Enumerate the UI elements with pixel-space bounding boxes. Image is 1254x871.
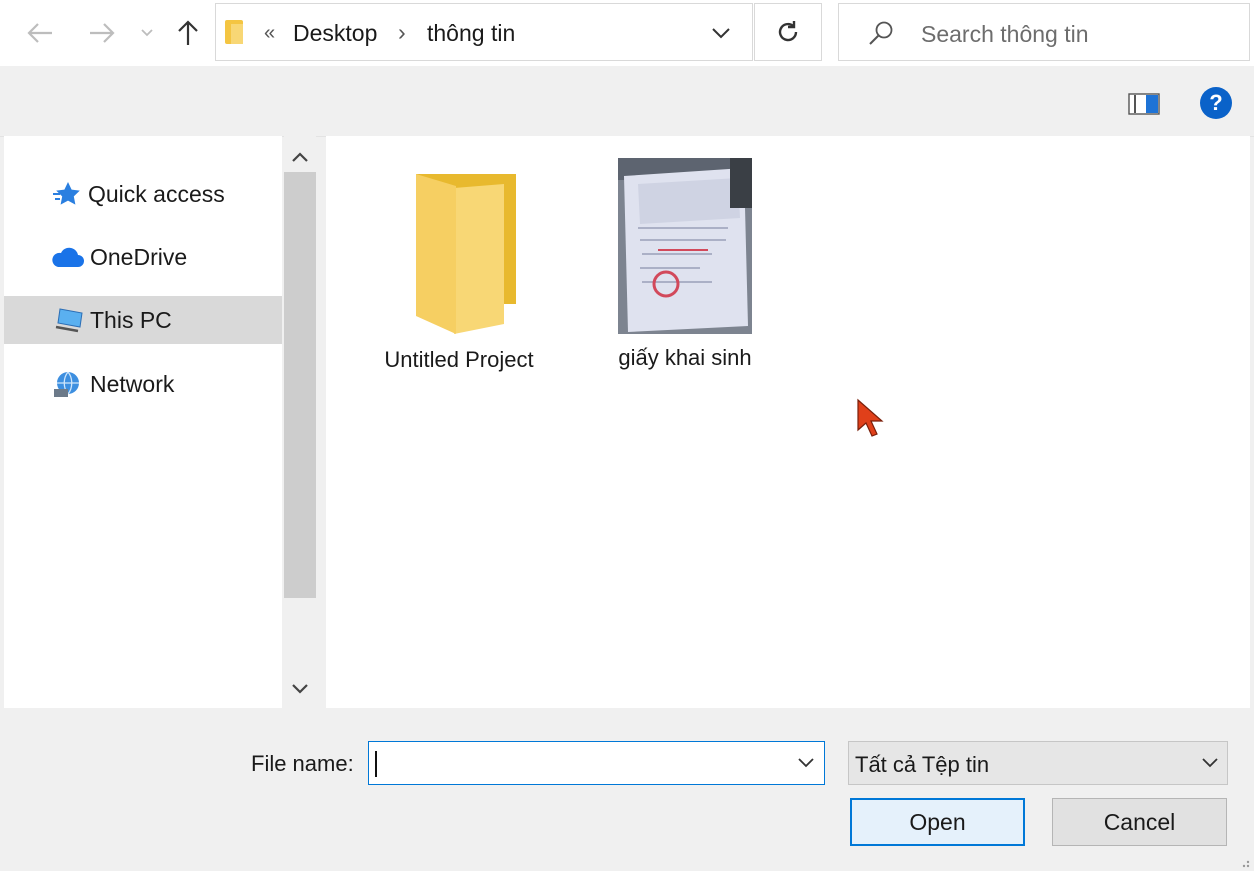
arrow-left-icon (27, 23, 52, 43)
address-bar[interactable]: « Desktop › thông tin (215, 3, 753, 61)
nav-scrollbar-thumb[interactable] (284, 172, 316, 598)
scroll-down-icon[interactable] (290, 682, 310, 696)
help-icon: ? (1209, 90, 1223, 115)
refresh-button[interactable] (754, 3, 822, 61)
arrow-up-icon (178, 20, 198, 45)
help-button[interactable]: ? (1200, 87, 1232, 119)
preview-pane-button[interactable] (1128, 92, 1160, 116)
folder-icon (225, 20, 243, 44)
file-type-select[interactable]: Tất cả Tệp tin (848, 741, 1228, 785)
breadcrumb-thong-tin[interactable]: thông tin (427, 20, 515, 47)
address-history-chevron-icon[interactable] (710, 26, 732, 40)
resize-grip-icon[interactable] (1238, 856, 1250, 868)
breadcrumb-overflow-icon[interactable]: « (264, 22, 275, 45)
preview-pane-icon (1128, 93, 1160, 115)
file-item-untitled-project[interactable]: Untitled Project (364, 156, 554, 373)
computer-icon (55, 308, 83, 333)
nav-item-network[interactable]: Network (4, 360, 282, 408)
chevron-down-icon (141, 29, 153, 37)
navigation-pane: Quick access OneDrive This PC Network (4, 136, 282, 708)
nav-item-label: This PC (90, 306, 172, 333)
star-icon (53, 182, 80, 205)
cloud-icon (52, 247, 84, 267)
file-list: Untitled Project giấy khai sinh (326, 136, 1250, 708)
file-name-label: Untitled Project (384, 347, 534, 372)
network-icon (54, 371, 79, 397)
folder-large-icon (416, 174, 516, 334)
file-name-dropdown-icon[interactable] (797, 757, 815, 769)
command-bar (0, 66, 1254, 137)
file-type-value: Tất cả Tệp tin (855, 752, 990, 777)
breadcrumb-desktop[interactable]: Desktop (293, 20, 377, 47)
cancel-button[interactable]: Cancel (1052, 798, 1227, 846)
image-thumbnail-icon (618, 158, 752, 334)
open-button[interactable]: Open (850, 798, 1025, 846)
scroll-up-icon[interactable] (290, 150, 310, 164)
mouse-cursor-icon (857, 398, 884, 437)
file-name-input[interactable] (368, 741, 825, 785)
nav-item-this-pc[interactable]: This PC (4, 296, 282, 344)
refresh-icon (778, 21, 798, 42)
file-item-giay-khai-sinh[interactable]: giấy khai sinh (600, 158, 770, 371)
recent-locations-button[interactable] (132, 14, 162, 52)
nav-item-quick-access[interactable]: Quick access (4, 170, 282, 218)
search-input[interactable]: Search thông tin (921, 21, 1089, 48)
nav-item-onedrive[interactable]: OneDrive (4, 233, 282, 281)
breadcrumb-separator-icon[interactable]: › (398, 19, 406, 46)
search-box[interactable]: Search thông tin (838, 3, 1250, 61)
up-button[interactable] (170, 14, 206, 52)
nav-item-label: Network (90, 370, 175, 397)
nav-item-label: Quick access (88, 180, 225, 207)
chevron-down-icon (1202, 758, 1218, 768)
file-name-label: giấy khai sinh (618, 345, 752, 370)
search-icon (869, 21, 893, 45)
text-caret (375, 751, 377, 777)
arrow-right-icon (90, 23, 115, 43)
file-name-label: File name: (251, 751, 354, 776)
forward-button[interactable] (84, 14, 120, 52)
back-button[interactable] (22, 14, 58, 52)
nav-item-label: OneDrive (90, 243, 188, 270)
